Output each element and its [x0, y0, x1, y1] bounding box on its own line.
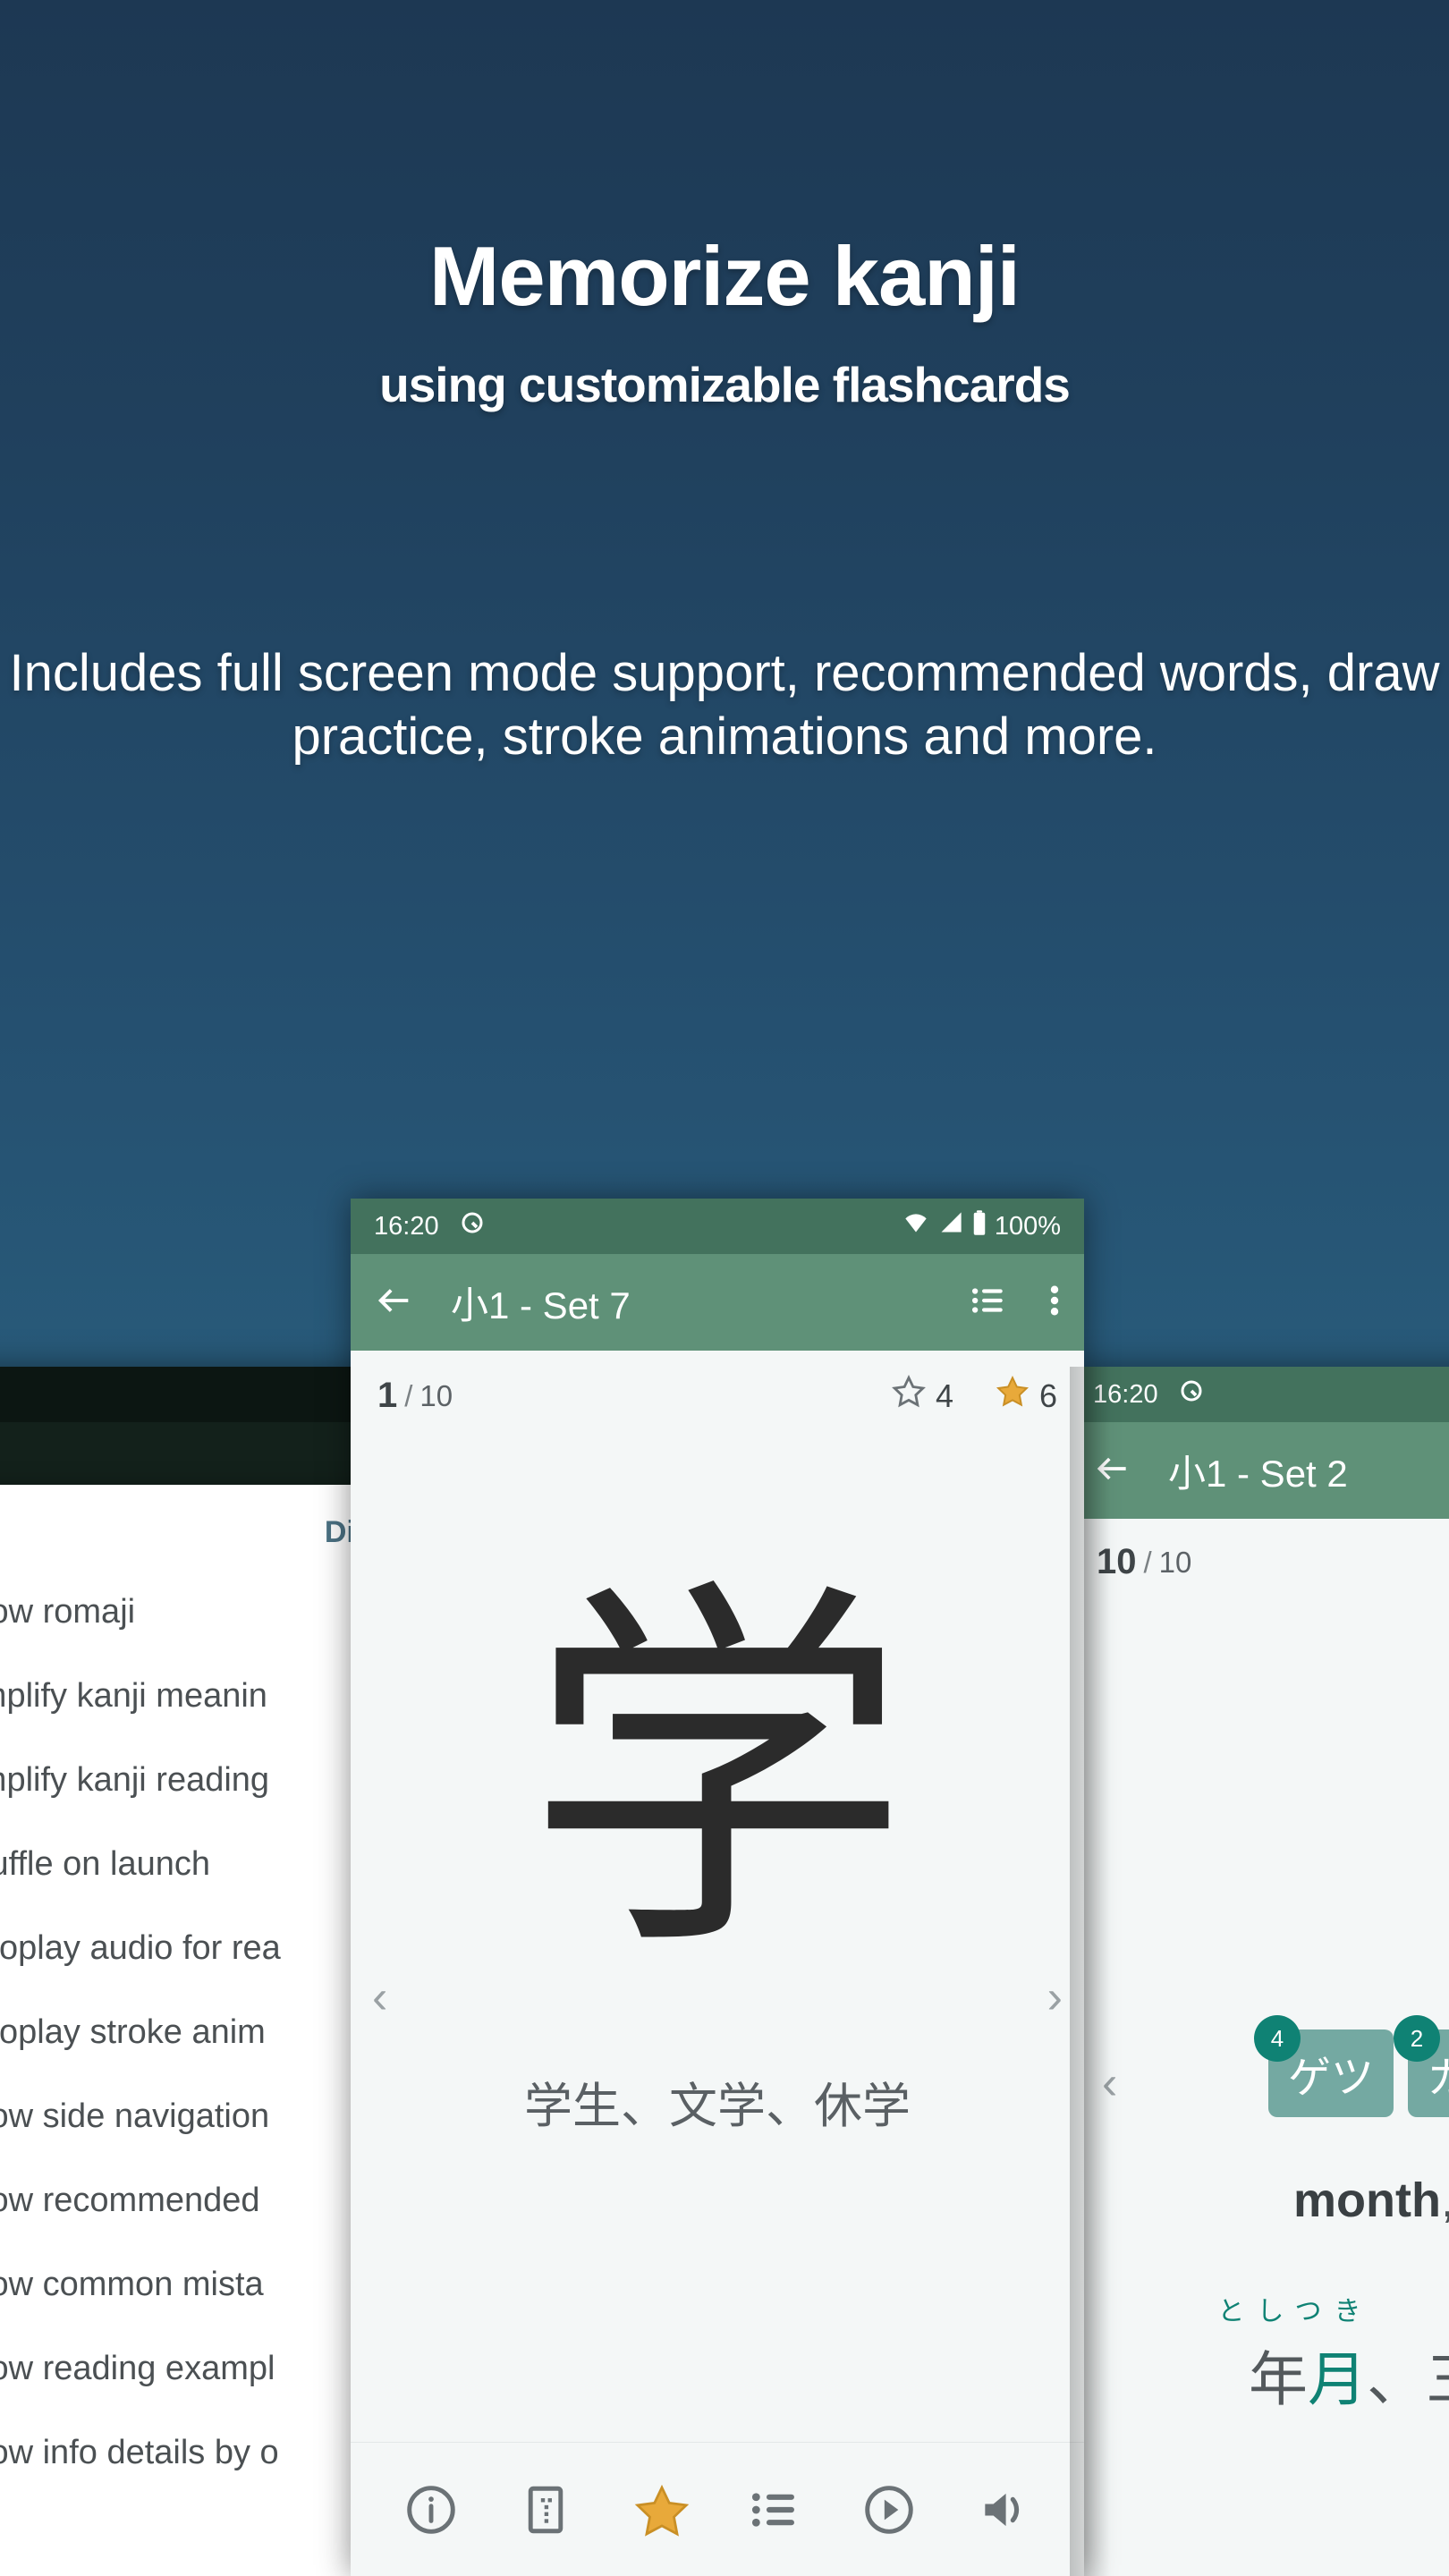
reading-chip[interactable]: 4 ゲツ: [1253, 2015, 1394, 2117]
right-card-body: ‹ 4ゲツ2ガツ month, m としつき み か 年月、三日: [1070, 1582, 1449, 2576]
furigana-row: としつき み か: [1168, 2289, 1449, 2328]
star-filled-count: 6: [1038, 1377, 1057, 1414]
list-icon[interactable]: [747, 2482, 802, 2538]
signal-icon: [937, 1210, 964, 1242]
center-counter-total: 10: [419, 1378, 453, 1412]
center-bottom-toolbar: [351, 2442, 1084, 2576]
center-card-body: ‹ › 学 学生、文学、休学: [351, 1418, 1084, 2576]
meaning-rest: , m: [1441, 2174, 1449, 2227]
center-counter-separator: /: [404, 1378, 413, 1412]
draw-practice-icon[interactable]: [518, 2482, 573, 2538]
promo-title: Memorize kanji: [429, 229, 1021, 323]
star-filled-icon: [995, 1374, 1030, 1418]
reading-chip-badge: 4: [1253, 2015, 1301, 2062]
center-nav-next[interactable]: ›: [1047, 1970, 1063, 2024]
overflow-menu-icon[interactable]: [1048, 1282, 1061, 1324]
reading-chip-text: ゲツ: [1287, 2053, 1374, 2103]
reading-chip-badge: 2: [1394, 2015, 1440, 2062]
notification-icon: [459, 1209, 486, 1243]
right-statusbar: 16:20: [1070, 1367, 1449, 1422]
center-appbar: 小1 - Set 7: [351, 1254, 1084, 1351]
center-back-arrow-icon[interactable]: [374, 1280, 415, 1326]
star-counts[interactable]: 4 6: [891, 1374, 1057, 1418]
promo-stage: Memorize kanji using customizable flashc…: [0, 0, 1449, 2576]
list-icon[interactable]: [970, 1282, 1007, 1324]
star-outline-count: 4: [935, 1377, 953, 1414]
kanji-example-words: 学生、文学、休学: [524, 2078, 911, 2134]
example-a-highlight: 月: [1308, 2345, 1367, 2414]
center-status-icons: 100%: [901, 1209, 1061, 1243]
right-reading-examples: としつき み か 年月、三日: [1070, 2289, 1449, 2418]
battery-icon: [970, 1209, 988, 1243]
star-icon[interactable]: [632, 2482, 690, 2538]
play-stroke-icon[interactable]: [861, 2482, 917, 2538]
right-appbar-title: 小1 - Set 2: [1168, 1452, 1348, 1495]
right-counter-separator: /: [1143, 1545, 1152, 1579]
right-counter-row: 10 / 10: [1070, 1519, 1449, 1582]
reading-chip-row: 4ゲツ2ガツ: [1070, 2015, 1449, 2117]
wifi-icon: [901, 1210, 931, 1242]
reading-chip[interactable]: 2ガツ: [1394, 2015, 1449, 2117]
right-counter-total: 10: [1158, 1545, 1192, 1579]
star-outline-icon: [891, 1374, 927, 1418]
right-status-time: 16:20: [1093, 1379, 1158, 1409]
phone-right-reading: 16:20 小1 - Set 2 10 / 10 ‹ 4 ゲツ 2 month …: [1070, 1367, 1449, 2576]
example-a: 年: [1249, 2345, 1308, 2414]
example-b: 三日: [1426, 2345, 1449, 2414]
right-back-arrow-icon[interactable]: [1093, 1449, 1132, 1493]
info-icon[interactable]: [403, 2482, 459, 2538]
center-status-time: 16:20: [374, 1211, 439, 1241]
center-statusbar: 16:20 100%: [351, 1199, 1084, 1254]
right-meaning: month, m: [1070, 2173, 1449, 2228]
center-counter-row: 1 / 10 4 6: [351, 1351, 1084, 1418]
right-appbar: 小1 - Set 2: [1070, 1422, 1449, 1519]
reading-chip-text: ガツ: [1428, 2053, 1449, 2103]
meaning-primary: month: [1293, 2174, 1441, 2227]
kanji-character[interactable]: 学: [351, 1582, 1084, 1967]
battery-percent: 100%: [994, 1211, 1061, 1241]
promo-subtitle: using customizable flashcards: [379, 357, 1071, 412]
example-separator: 、: [1367, 2345, 1426, 2414]
right-counter-current: 10: [1097, 1542, 1137, 1581]
furigana-left: としつき: [1217, 2296, 1374, 2327]
center-nav-prev[interactable]: ‹: [372, 1970, 387, 2024]
center-counter-current: 1: [377, 1376, 398, 1415]
example-line: 年月、三日: [1168, 2332, 1449, 2418]
phone-center-flashcard: 16:20 100% 小1 - Set 7 1 / 10 4 6 ‹ › 学 学…: [351, 1199, 1084, 2576]
notification-icon: [1178, 1377, 1205, 1411]
center-appbar-title: 小1 - Set 7: [451, 1284, 631, 1326]
promo-body: Includes full screen mode support, recom…: [9, 644, 1440, 766]
sound-icon[interactable]: [976, 2482, 1031, 2538]
